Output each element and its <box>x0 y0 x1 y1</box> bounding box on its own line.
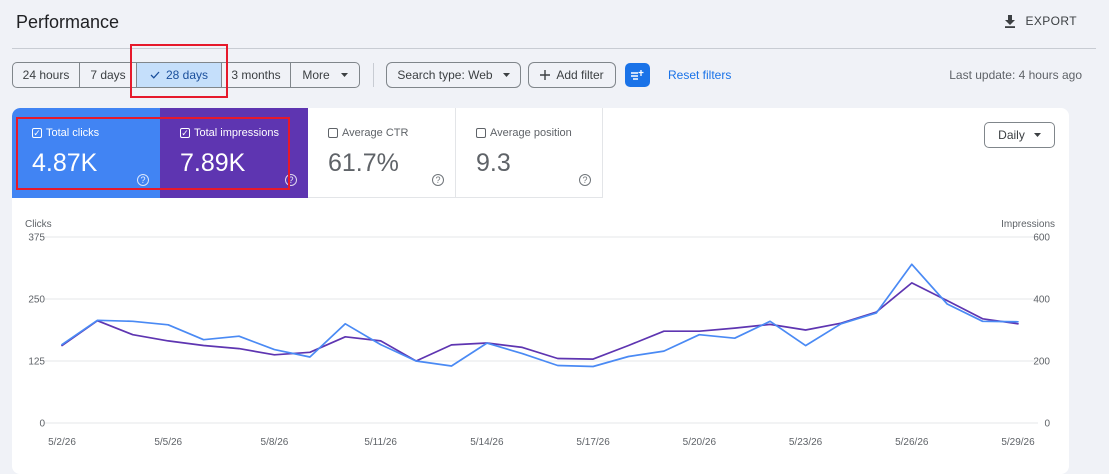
x-tick-label: 5/29/26 <box>1001 437 1035 448</box>
caret-down-icon <box>340 73 348 77</box>
left-tick-label: 0 <box>39 419 45 430</box>
more-dropdown[interactable]: More <box>291 63 359 87</box>
x-tick-label: 5/8/26 <box>261 437 289 448</box>
date-option-28-days[interactable]: 28 days <box>137 63 222 87</box>
chart-grid <box>44 236 1038 424</box>
search-type-dropdown[interactable]: Search type: Web <box>386 62 521 88</box>
check-icon <box>150 71 160 79</box>
x-tick-label: 5/20/26 <box>683 437 717 448</box>
x-tick-label: 5/11/26 <box>364 437 397 448</box>
x-tick-label: 5/5/26 <box>154 437 182 448</box>
x-tick-label: 5/14/26 <box>470 437 504 448</box>
right-tick-label: 400 <box>1033 295 1050 306</box>
x-tick-label: 5/17/26 <box>576 437 610 448</box>
date-option-3-months[interactable]: 3 months <box>222 63 291 87</box>
chart-series <box>61 263 1019 368</box>
filter-list-icon <box>631 69 644 80</box>
add-filter-button[interactable]: Add filter <box>528 62 616 88</box>
filter-settings-button[interactable] <box>625 63 650 87</box>
series-line-impressions <box>61 282 1019 362</box>
reset-filters-link[interactable]: Reset filters <box>668 68 731 82</box>
plus-icon <box>540 70 551 80</box>
left-axis-title: Clicks <box>25 219 52 230</box>
date-option-7-days[interactable]: 7 days <box>80 63 137 87</box>
chart-labels: Clicks Impressions 0 0 125 200 250 400 375 600 5/2… <box>25 219 1055 448</box>
right-tick-label: 600 <box>1033 233 1050 244</box>
date-option-24-hours[interactable]: 24 hours <box>13 63 80 87</box>
top-bar: Performance EXPORT <box>0 0 1109 48</box>
performance-card: ✓ Total clicks 4.87K ? ✓ Total impressio… <box>12 108 1069 474</box>
right-tick-label: 200 <box>1033 357 1050 368</box>
last-update-text: Last update: 4 hours ago <box>949 68 1082 82</box>
left-tick-label: 375 <box>28 233 45 244</box>
x-tick-label: 5/23/26 <box>789 437 823 448</box>
download-icon <box>1005 14 1016 28</box>
header-divider <box>12 48 1096 49</box>
filter-bar: 24 hours 7 days 28 days 3 months More Se… <box>0 62 1109 88</box>
x-tick-label: 5/2/26 <box>48 437 76 448</box>
right-tick-label: 0 <box>1044 419 1050 430</box>
caret-down-icon <box>502 73 510 77</box>
date-range-selector: 24 hours 7 days 28 days 3 months More <box>12 62 360 88</box>
right-axis-title: Impressions <box>1001 219 1055 230</box>
export-button[interactable]: EXPORT <box>1004 14 1077 28</box>
left-tick-label: 250 <box>28 295 45 306</box>
export-label: EXPORT <box>1025 14 1077 28</box>
page-title: Performance <box>16 12 120 32</box>
left-tick-label: 125 <box>28 357 45 368</box>
performance-chart: Clicks Impressions 0 0 125 200 250 400 375 600 5/2… <box>25 219 1055 448</box>
series-line-clicks <box>61 263 1019 368</box>
x-tick-label: 5/26/26 <box>895 437 929 448</box>
filter-divider <box>373 63 374 87</box>
